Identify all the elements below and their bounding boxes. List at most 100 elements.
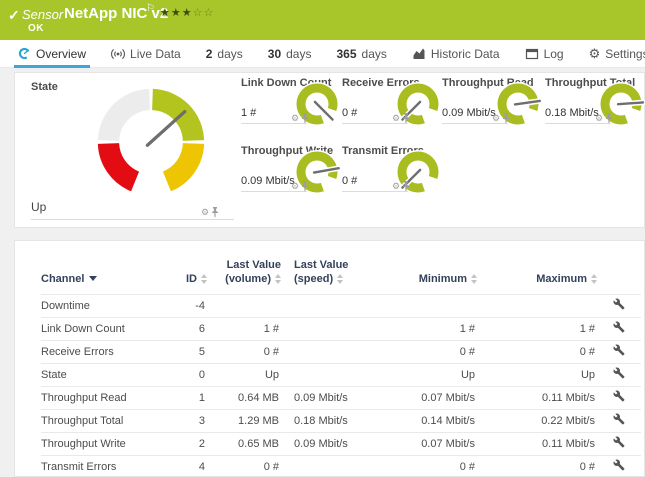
wrench-icon[interactable] — [613, 436, 625, 448]
tab-overview[interactable]: Overview — [14, 40, 90, 68]
column-header-last-value-volume[interactable]: Last Value(volume) — [207, 251, 281, 294]
sort-icon — [591, 274, 597, 284]
tab-number: 2 — [206, 47, 213, 61]
table-row: State 0 Up Up Up — [41, 363, 641, 386]
channel-id: 0 — [171, 363, 207, 386]
tab-365-days[interactable]: 365days — [332, 40, 390, 68]
table-row: Transmit Errors 4 0 # 0 # 0 # — [41, 455, 641, 477]
table-row: Downtime -4 — [41, 294, 641, 317]
minimum-value: 0.14 Mbit/s — [367, 409, 477, 432]
column-header-id[interactable]: ID — [171, 251, 207, 294]
state-gauge-needle — [147, 112, 184, 146]
minimum-value: 0.07 Mbit/s — [367, 432, 477, 455]
gear-icon[interactable]: ⚙ — [492, 114, 500, 123]
last-value-speed — [281, 317, 367, 340]
pin-icon[interactable] — [211, 207, 219, 218]
channel-gauge-card: Link Down Count 1 # ⚙ — [241, 77, 337, 139]
maximum-value: 0.22 Mbit/s — [477, 409, 597, 432]
pin-icon[interactable] — [402, 113, 410, 124]
tab-label: Log — [544, 47, 564, 61]
last-value-volume: 1 # — [207, 317, 281, 340]
gear-icon[interactable]: ⚙ — [392, 114, 400, 123]
tab-2-days[interactable]: 2 days — [202, 40, 247, 68]
overview-gauges-panel: State Up ⚙ Link Down Count 1 # ⚙ — [14, 72, 645, 228]
gear-icon[interactable]: ⚙ — [201, 208, 209, 217]
last-value-speed — [281, 455, 367, 477]
channel-name: Throughput Read — [41, 386, 171, 409]
channel-name: State — [41, 363, 171, 386]
channel-id: -4 — [171, 294, 207, 317]
tab-log[interactable]: Log — [521, 40, 568, 68]
channel-gauge-card: Throughput Write 0.09 Mbit/s ⚙ — [241, 145, 337, 207]
last-value-volume: 0 # — [207, 340, 281, 363]
tab-live-data[interactable]: Live Data — [107, 40, 185, 68]
tab-label: days — [217, 47, 242, 61]
gear-icon: ⚙ — [589, 47, 601, 60]
pin-icon[interactable] — [605, 113, 613, 124]
wrench-icon[interactable] — [613, 321, 625, 333]
column-label: Last Value — [294, 259, 348, 271]
wrench-icon[interactable] — [613, 459, 625, 471]
maximum-value: 0.11 Mbit/s — [477, 432, 597, 455]
channel-gauge-card: Throughput Total 0.18 Mbit/s ⚙ — [545, 77, 641, 139]
sort-icon — [471, 274, 477, 284]
channel-name: Link Down Count — [41, 317, 171, 340]
column-header-maximum[interactable]: Maximum — [477, 251, 597, 294]
column-header-last-value-speed[interactable]: Last Value(speed) — [281, 251, 367, 294]
stars-filled: ★★★ — [160, 7, 193, 19]
channel-id: 3 — [171, 409, 207, 432]
channel-id: 1 — [171, 386, 207, 409]
pin-icon[interactable] — [301, 181, 309, 192]
channel-id: 6 — [171, 317, 207, 340]
column-header-channel[interactable]: Channel — [41, 251, 171, 294]
column-label: ID — [186, 273, 197, 285]
pin-icon[interactable] — [402, 181, 410, 192]
tab-label: Historic Data — [431, 47, 500, 61]
table-row: Link Down Count 6 1 # 1 # 1 # — [41, 317, 641, 340]
last-value-volume: 0.64 MB — [207, 386, 281, 409]
channel-name: Downtime — [41, 294, 171, 317]
state-gauge — [93, 84, 209, 200]
table-row: Throughput Total 3 1.29 MB 0.18 Mbit/s 0… — [41, 409, 641, 432]
gear-icon[interactable]: ⚙ — [595, 114, 603, 123]
gear-icon[interactable]: ⚙ — [291, 114, 299, 123]
column-label: Minimum — [419, 273, 467, 285]
gauge-icon — [18, 47, 31, 60]
last-value-speed: 0.09 Mbit/s — [281, 386, 367, 409]
log-icon — [525, 47, 539, 61]
wrench-icon[interactable] — [613, 344, 625, 356]
channel-name: Transmit Errors — [41, 455, 171, 477]
gear-icon[interactable]: ⚙ — [291, 182, 299, 191]
tab-label: Live Data — [130, 47, 181, 61]
minimum-value: 1 # — [367, 317, 477, 340]
priority-stars[interactable]: ★★★☆☆ — [160, 6, 214, 19]
column-header-settings — [597, 251, 641, 294]
prtg-sensor-page: ✓ Sensor NetApp NIC v2 ⚐ ★★★☆☆ OK Overvi… — [0, 0, 645, 477]
column-label: Channel — [41, 273, 84, 285]
column-header-minimum[interactable]: Minimum — [367, 251, 477, 294]
tab-number: 30 — [268, 47, 281, 61]
pin-icon[interactable] — [301, 113, 309, 124]
table-row: Receive Errors 5 0 # 0 # 0 # — [41, 340, 641, 363]
tab-historic-data[interactable]: Historic Data — [408, 40, 504, 68]
wrench-icon[interactable] — [613, 390, 625, 402]
column-label: (volume) — [225, 273, 271, 285]
divider — [31, 219, 234, 220]
wrench-icon[interactable] — [613, 298, 625, 310]
flag-icon[interactable]: ⚐ — [146, 3, 155, 14]
stars-empty: ☆☆ — [193, 7, 215, 19]
wrench-icon[interactable] — [613, 367, 625, 379]
status-badge: OK — [28, 23, 44, 34]
gear-icon[interactable]: ⚙ — [392, 182, 400, 191]
tab-settings[interactable]: ⚙ Settings — [585, 40, 645, 68]
last-value-speed: 0.18 Mbit/s — [281, 409, 367, 432]
minimum-value: Up — [367, 363, 477, 386]
mini-gauge-value: 0.09 Mbit/s — [241, 175, 295, 187]
channel-gauge-card: Throughput Read 0.09 Mbit/s ⚙ — [442, 77, 538, 139]
tab-30-days[interactable]: 30days — [264, 40, 316, 68]
wrench-icon[interactable] — [613, 413, 625, 425]
pin-icon[interactable] — [502, 113, 510, 124]
minimum-value — [367, 294, 477, 317]
signal-icon — [111, 47, 125, 61]
channel-gauge-card: Transmit Errors 0 # ⚙ — [342, 145, 438, 207]
